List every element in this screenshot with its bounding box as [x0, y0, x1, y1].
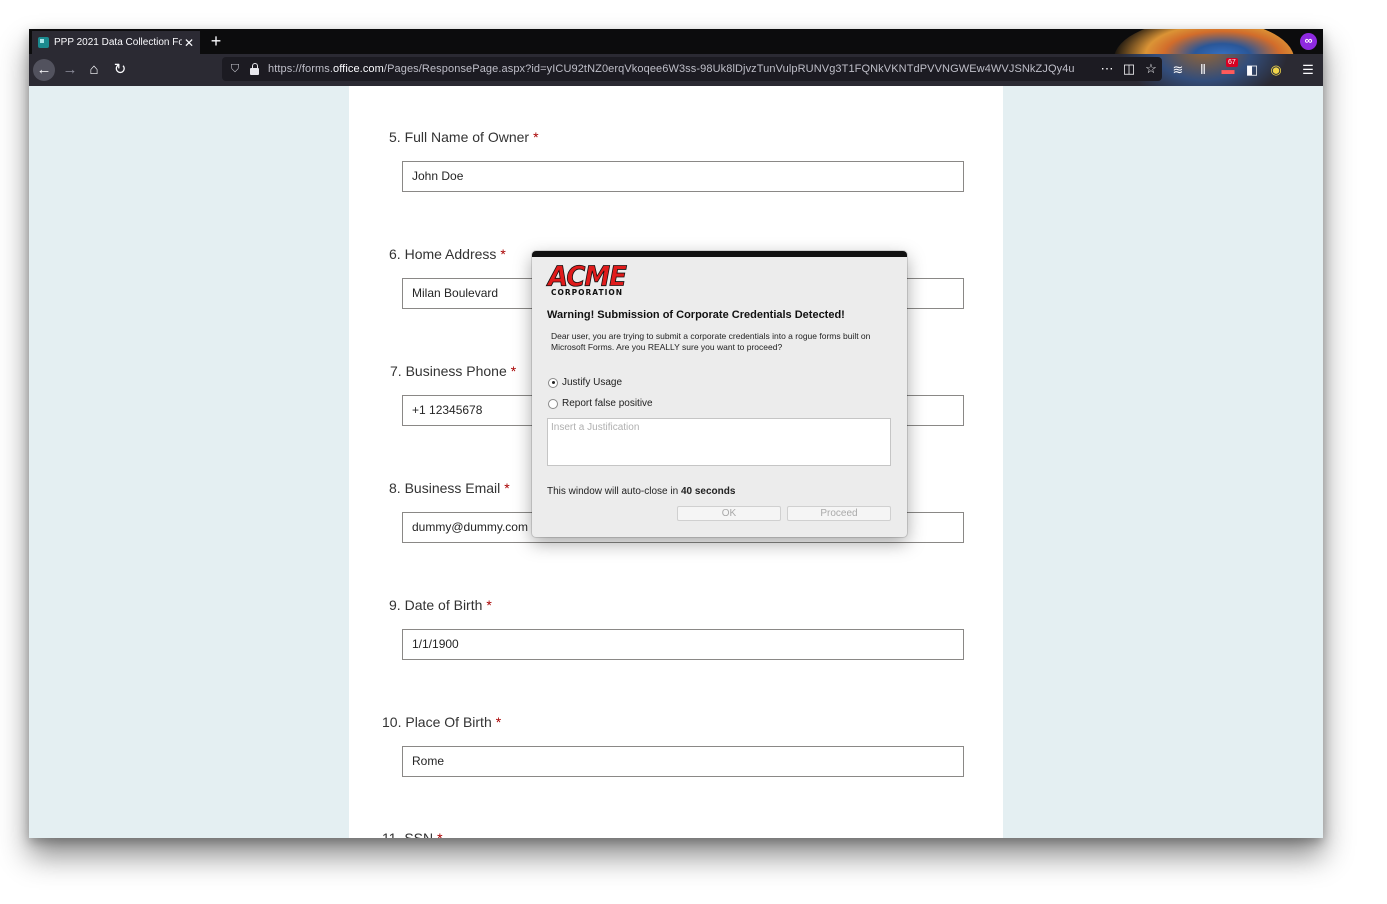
question-number: 7.: [390, 363, 402, 379]
lock-icon[interactable]: [248, 63, 262, 75]
layers-extension-icon[interactable]: ≋: [1168, 60, 1188, 80]
required-asterisk: *: [495, 714, 502, 730]
url-path: /Pages/ResponsePage.aspx?id=yICU92tNZ0er…: [383, 63, 1075, 75]
dialog-message: Dear user, you are trying to submit a co…: [551, 331, 871, 352]
logo-subtext: CORPORATION: [551, 288, 624, 297]
question-label: 9. Date of Birth *: [389, 597, 492, 613]
bookmark-star-icon[interactable]: ☆: [1140, 61, 1162, 77]
address-bar[interactable]: ⛉ https://forms.office.com/Pages/Respons…: [222, 57, 1162, 81]
question-text: Business Email: [404, 480, 501, 496]
question-text: Date of Birth: [404, 597, 483, 613]
menu-icon[interactable]: ☰: [1298, 60, 1318, 80]
tab-title: PPP 2021 Data Collection Form: [54, 37, 182, 48]
radio-justify-usage[interactable]: Justify Usage: [548, 377, 622, 388]
required-asterisk: *: [437, 830, 443, 838]
radio-label: Justify Usage: [562, 377, 623, 388]
reload-button[interactable]: ↻: [109, 59, 131, 81]
autoclose-notice: This window will auto-close in 40 second…: [547, 486, 735, 497]
required-asterisk: *: [533, 129, 539, 145]
radio-report-false-positive[interactable]: Report false positive: [548, 398, 653, 409]
dialog-top-bar: [532, 251, 907, 257]
question-label: 5. Full Name of Owner *: [389, 129, 539, 145]
credential-warning-dialog: ACME CORPORATION Warning! Submission of …: [532, 251, 907, 537]
question-number: 10.: [382, 714, 402, 730]
question-number: 6.: [389, 246, 401, 262]
home-button[interactable]: ⌂: [83, 59, 105, 81]
question-number: 8.: [389, 480, 401, 496]
question-number: 9.: [389, 597, 401, 613]
page-viewport: 5. Full Name of Owner * John Doe 6. Home …: [29, 86, 1323, 838]
theme-artwork: [1114, 29, 1294, 54]
tab-close-icon[interactable]: ✕: [182, 36, 196, 50]
url-text[interactable]: https://forms.office.com/Pages/ResponseP…: [268, 63, 1096, 75]
date-of-birth-field[interactable]: 1/1/1900: [402, 629, 964, 660]
required-asterisk: *: [486, 597, 492, 613]
autoclose-countdown: 40 seconds: [680, 486, 736, 497]
new-tab-button[interactable]: +: [207, 30, 225, 52]
justification-input[interactable]: [547, 418, 891, 466]
ok-button[interactable]: OK: [677, 506, 781, 521]
required-asterisk: *: [500, 246, 506, 262]
question-text: SSN: [404, 830, 434, 838]
question-label: 6. Home Address *: [389, 246, 506, 262]
question-label: 11. SSN *: [382, 830, 443, 838]
radio-label: Report false positive: [562, 398, 653, 409]
full-name-field[interactable]: John Doe: [402, 161, 964, 192]
question-text: Home Address: [404, 246, 497, 262]
private-browsing-icon: ∞: [1300, 33, 1317, 50]
extension-badge: 67: [1226, 58, 1238, 67]
question-number: 11.: [382, 830, 401, 838]
autoclose-text: This window will auto-close in: [547, 486, 679, 497]
back-button[interactable]: ←: [33, 59, 55, 81]
navigation-toolbar: ← → ⌂ ↻ ⛉ https://forms.office.com/Pages…: [29, 54, 1323, 86]
tracking-shield-icon[interactable]: ⛉: [228, 63, 242, 76]
sidebar-icon[interactable]: ◧: [1242, 60, 1262, 80]
required-asterisk: *: [510, 363, 517, 379]
question-text: Full Name of Owner: [404, 129, 530, 145]
question-label: 8. Business Email *: [389, 480, 510, 496]
logo-wordmark: ACME: [548, 261, 628, 293]
place-of-birth-field[interactable]: Rome: [402, 746, 964, 777]
page-actions-icon[interactable]: ⋯: [1096, 61, 1118, 77]
browser-window: PPP 2021 Data Collection Form ✕ + ∞ ← → …: [29, 29, 1323, 838]
url-domain: office.com: [332, 63, 384, 75]
tab-strip: PPP 2021 Data Collection Form ✕ + ∞: [29, 29, 1323, 54]
acme-logo: ACME CORPORATION: [548, 261, 630, 298]
tab-active[interactable]: PPP 2021 Data Collection Form ✕: [32, 31, 200, 54]
account-icon[interactable]: ◉: [1266, 60, 1286, 80]
url-prefix: https://forms.: [268, 63, 333, 75]
radio-button-selected[interactable]: [548, 377, 558, 388]
radio-button[interactable]: [548, 398, 558, 409]
library-icon[interactable]: ⫴: [1193, 60, 1213, 80]
proceed-button[interactable]: Proceed: [787, 506, 891, 521]
question-text: Place Of Birth: [405, 714, 492, 730]
dialog-title: Warning! Submission of Corporate Credent…: [547, 309, 845, 321]
required-asterisk: *: [504, 480, 510, 496]
question-text: Business Phone: [405, 363, 507, 379]
question-label: 10. Place Of Birth *: [382, 714, 501, 730]
forward-button[interactable]: →: [59, 59, 81, 81]
question-label: 7. Business Phone *: [390, 363, 516, 379]
forms-favicon-icon: [38, 37, 49, 48]
question-number: 5.: [389, 129, 401, 145]
pocket-icon[interactable]: ◫: [1118, 61, 1140, 77]
